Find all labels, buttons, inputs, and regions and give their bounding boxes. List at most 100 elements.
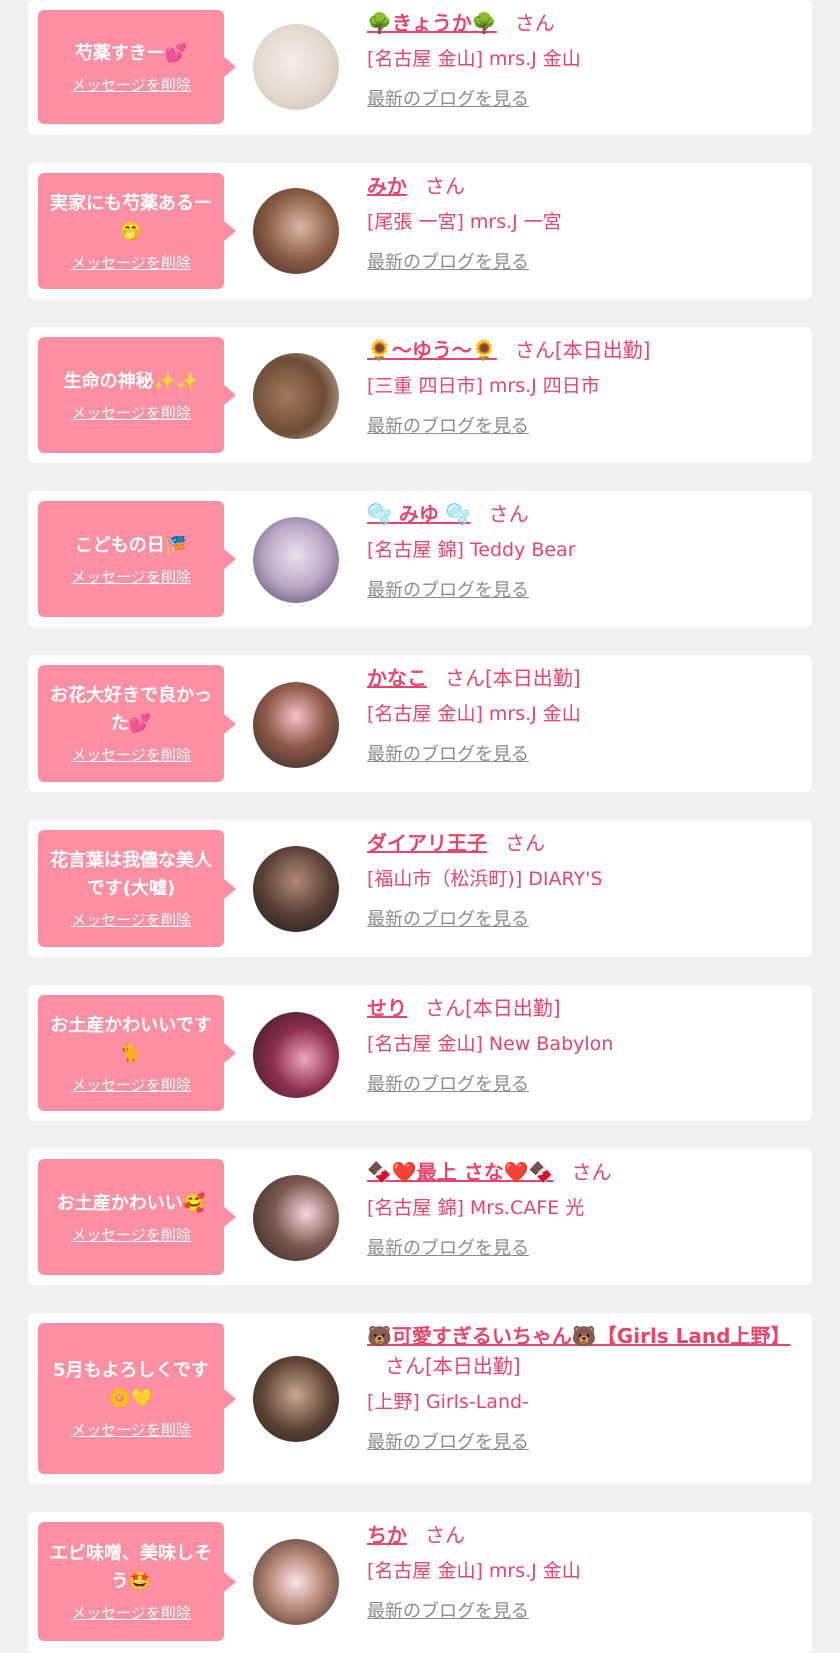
work-status: [本日出勤]	[425, 1354, 521, 1378]
message-bubble: こどもの日🎏 メッセージを削除	[38, 501, 236, 617]
sender-info: 🐻可愛すぎるいちゃん🐻【Girls Land上野】さん[本日出勤] [上野] G…	[367, 1321, 792, 1457]
shop-label: [福山市（松浜町)] DIARY'S	[367, 868, 603, 890]
avatar[interactable]	[253, 1539, 339, 1625]
sender-name-link[interactable]: せり	[367, 996, 407, 1020]
sender-name-link[interactable]: みか	[367, 174, 407, 198]
message-bubble: お土産かわいい🥰 メッセージを削除	[38, 1159, 236, 1275]
message-card: お土産かわいいです🐈 メッセージを削除 せり さん[本日出勤] [名古屋 金山] …	[28, 985, 812, 1121]
work-status: [本日出勤]	[485, 666, 581, 690]
honorific: さん	[445, 666, 485, 690]
avatar[interactable]	[253, 1175, 339, 1261]
message-text: お土産かわいい🥰	[56, 1192, 206, 1214]
sender-info: せり さん[本日出勤] [名古屋 金山] New Babylon 最新のブログを見…	[367, 993, 792, 1099]
avatar[interactable]	[253, 846, 339, 932]
latest-blog-link[interactable]: 最新のブログを見る	[367, 1071, 529, 1099]
message-card: お花大好きで良かった💕 メッセージを削除 かなこ さん[本日出勤] [名古屋 金山…	[28, 655, 812, 792]
message-text: お土産かわいいです🐈	[50, 1014, 212, 1064]
sender-info: ダイアリ王子 さん [福山市（松浜町)] DIARY'S 最新のブログを見る	[367, 828, 792, 934]
honorific: さん	[425, 174, 465, 198]
delete-message-link[interactable]: メッセージを削除	[71, 252, 191, 273]
latest-blog-link[interactable]: 最新のブログを見る	[367, 1235, 529, 1263]
latest-blog-link[interactable]: 最新のブログを見る	[367, 1598, 529, 1626]
sender-name-link[interactable]: ちか	[367, 1523, 407, 1547]
work-status: [本日出勤]	[465, 996, 561, 1020]
message-bubble: 花言葉は我儘な美人です(大嘘) メッセージを削除	[38, 830, 236, 947]
sender-name-link[interactable]: 🐻可愛すぎるいちゃん🐻【Girls Land上野】	[367, 1324, 790, 1348]
message-text: エビ味噌、美味しそう🤩	[50, 1543, 212, 1592]
avatar[interactable]	[253, 1012, 339, 1098]
sender-info: 🌳きょうか🌳 さん [名古屋 金山] mrs.J 金山 最新のブログを見る	[367, 8, 792, 114]
sender-name-link[interactable]: 🍫❤️最上 さな❤️🍫	[367, 1160, 554, 1184]
message-bubble: 芍薬すきー💕 メッセージを削除	[38, 10, 236, 124]
work-status: [本日出勤]	[554, 338, 651, 362]
message-bubble: 5月もよろしくです🌼💛 メッセージを削除	[38, 1323, 236, 1474]
delete-message-link[interactable]: メッセージを削除	[71, 1224, 191, 1245]
shop-label: [名古屋 金山] mrs.J 金山	[367, 1560, 581, 1582]
message-card: 芍薬すきー💕 メッセージを削除 🌳きょうか🌳 さん [名古屋 金山] mrs.J …	[28, 0, 812, 135]
shop-label: [名古屋 金山] New Babylon	[367, 1033, 614, 1055]
sender-name-link[interactable]: かなこ	[367, 666, 427, 690]
delete-message-link[interactable]: メッセージを削除	[71, 402, 191, 423]
delete-message-link[interactable]: メッセージを削除	[71, 1419, 191, 1440]
latest-blog-link[interactable]: 最新のブログを見る	[367, 1429, 529, 1457]
message-text: 生命の神秘✨✨	[63, 370, 199, 392]
message-bubble: エビ味噌、美味しそう🤩 メッセージを削除	[38, 1522, 236, 1641]
message-text: 5月もよろしくです🌼💛	[53, 1360, 209, 1409]
sender-info: 🌻〜ゆう〜🌻 さん[本日出勤] [三重 四日市] mrs.J 四日市 最新のブログ…	[367, 335, 792, 441]
message-card: こどもの日🎏 メッセージを削除 🫧 みゆ 🫧 さん [名古屋 錦] Teddy B…	[28, 491, 812, 627]
latest-blog-link[interactable]: 最新のブログを見る	[367, 906, 529, 934]
latest-blog-link[interactable]: 最新のブログを見る	[367, 249, 529, 277]
delete-message-link[interactable]: メッセージを削除	[71, 909, 191, 930]
sender-name-link[interactable]: 🌳きょうか🌳	[367, 11, 497, 35]
honorific: さん	[385, 1354, 425, 1378]
sender-info: かなこ さん[本日出勤] [名古屋 金山] mrs.J 金山 最新のブログを見る	[367, 663, 792, 769]
message-bubble: お花大好きで良かった💕 メッセージを削除	[38, 665, 236, 782]
delete-message-link[interactable]: メッセージを削除	[71, 566, 191, 587]
message-text: 実家にも芍薬あるー🤭	[50, 192, 212, 242]
message-card: 花言葉は我儘な美人です(大嘘) メッセージを削除 ダイアリ王子 さん [福山市（松…	[28, 820, 812, 957]
honorific: さん	[425, 1523, 465, 1547]
message-card: エビ味噌、美味しそう🤩 メッセージを削除 ちか さん [名古屋 金山] mrs.J…	[28, 1512, 812, 1653]
shop-label: [名古屋 錦] Teddy Bear	[367, 539, 576, 561]
avatar[interactable]	[253, 24, 339, 110]
delete-message-link[interactable]: メッセージを削除	[71, 74, 191, 95]
avatar[interactable]	[253, 353, 339, 439]
sender-name-link[interactable]: 🌻〜ゆう〜🌻	[367, 338, 497, 362]
avatar[interactable]	[253, 682, 339, 768]
delete-message-link[interactable]: メッセージを削除	[71, 1602, 191, 1623]
delete-message-link[interactable]: メッセージを削除	[71, 1074, 191, 1095]
message-bubble: 実家にも芍薬あるー🤭 メッセージを削除	[38, 173, 236, 289]
delete-message-link[interactable]: メッセージを削除	[71, 744, 191, 765]
message-card: 生命の神秘✨✨ メッセージを削除 🌻〜ゆう〜🌻 さん[本日出勤] [三重 四日市]…	[28, 327, 812, 463]
honorific: さん	[571, 1160, 612, 1184]
sender-info: 🫧 みゆ 🫧 さん [名古屋 錦] Teddy Bear 最新のブログを見る	[367, 499, 792, 605]
latest-blog-link[interactable]: 最新のブログを見る	[367, 577, 529, 605]
sender-info: 🍫❤️最上 さな❤️🍫 さん [名古屋 錦] Mrs.CAFE 光 最新のブログを…	[367, 1157, 792, 1263]
honorific: さん	[514, 338, 555, 362]
latest-blog-link[interactable]: 最新のブログを見る	[367, 413, 529, 441]
message-card: お土産かわいい🥰 メッセージを削除 🍫❤️最上 さな❤️🍫 さん [名古屋 錦] …	[28, 1149, 812, 1285]
avatar[interactable]	[253, 188, 339, 274]
sender-name-link[interactable]: ダイアリ王子	[367, 831, 487, 855]
avatar[interactable]	[253, 1356, 339, 1442]
message-card: 実家にも芍薬あるー🤭 メッセージを削除 みか さん [尾張 一宮] mrs.J 一…	[28, 163, 812, 299]
shop-label: [名古屋 金山] mrs.J 金山	[367, 703, 581, 725]
message-bubble: 生命の神秘✨✨ メッセージを削除	[38, 337, 236, 453]
message-card: 5月もよろしくです🌼💛 メッセージを削除 🐻可愛すぎるいちゃん🐻【Girls L…	[28, 1313, 812, 1484]
avatar[interactable]	[253, 517, 339, 603]
message-text: こどもの日🎏	[74, 534, 188, 556]
sender-name-link[interactable]: 🫧 みゆ 🫧	[367, 502, 471, 526]
message-list: 芍薬すきー💕 メッセージを削除 🌳きょうか🌳 さん [名古屋 金山] mrs.J …	[0, 0, 840, 1653]
message-bubble: お土産かわいいです🐈 メッセージを削除	[38, 995, 236, 1111]
latest-blog-link[interactable]: 最新のブログを見る	[367, 741, 529, 769]
honorific: さん	[514, 11, 555, 35]
honorific: さん	[488, 502, 529, 526]
shop-label: [名古屋 錦] Mrs.CAFE 光	[367, 1197, 585, 1219]
shop-label: [上野] Girls-Land-	[367, 1391, 529, 1413]
message-text: 芍薬すきー💕	[74, 42, 188, 64]
latest-blog-link[interactable]: 最新のブログを見る	[367, 86, 529, 114]
shop-label: [尾張 一宮] mrs.J 一宮	[367, 211, 562, 233]
shop-label: [名古屋 金山] mrs.J 金山	[367, 48, 581, 70]
message-text: 花言葉は我儘な美人です(大嘘)	[50, 850, 212, 899]
honorific: さん	[425, 996, 465, 1020]
